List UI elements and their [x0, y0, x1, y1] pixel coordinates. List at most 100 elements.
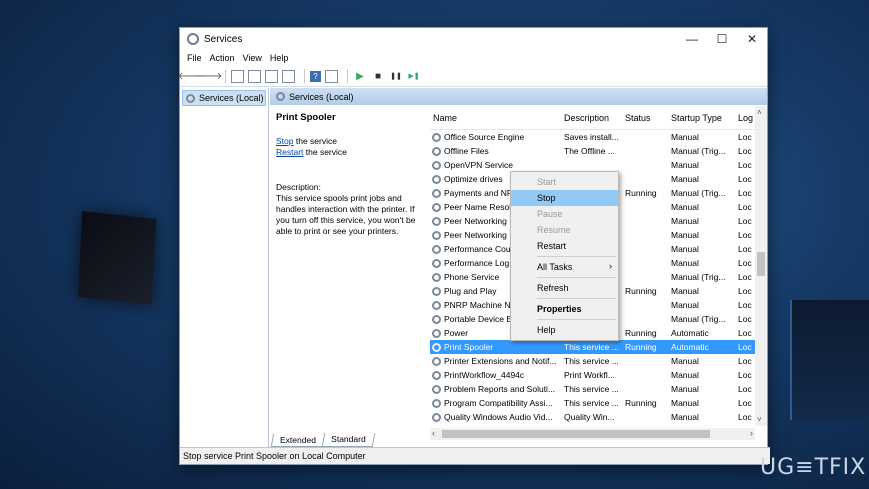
service-gear-icon [432, 370, 441, 380]
table-row[interactable]: Program Compatibility Assi... This servic… [430, 396, 767, 410]
services-window: Services — ☐ ✕ File Action View Help 🡐 🡒… [178, 27, 770, 465]
menu-item-label: All Tasks [537, 262, 573, 272]
column-name[interactable]: Name [430, 113, 561, 123]
properties-icon[interactable] [325, 69, 338, 83]
status-bar: Stop service Print Spooler on Local Comp… [180, 447, 770, 464]
tab-extended[interactable]: Extended [270, 433, 326, 447]
service-description: The Offline ... [564, 146, 615, 156]
tree-node-services-local[interactable]: Services (Local) [182, 90, 266, 106]
title-bar[interactable]: Services — ☐ ✕ [180, 28, 767, 50]
stop-service-link[interactable]: Stop [276, 136, 294, 146]
horizontal-scrollbar[interactable]: ‹ › [430, 428, 755, 440]
service-gear-icon [432, 342, 441, 352]
close-button[interactable]: ✕ [737, 32, 767, 46]
service-name-text: Power [444, 328, 469, 338]
tab-standard[interactable]: Standard [321, 433, 375, 447]
sort-ascending-icon: ^ [492, 106, 496, 110]
service-gear-icon [432, 286, 441, 296]
properties-sheet-icon[interactable] [248, 69, 261, 83]
service-name: Print Spooler [430, 342, 561, 352]
console-tree-icon[interactable] [231, 69, 244, 83]
service-log-on-as: Loc [738, 300, 752, 310]
service-startup-type: Automatic [671, 328, 709, 338]
restart-service-icon[interactable]: ▶❚ [407, 69, 421, 83]
service-name-text: Printer Extensions and Notif... [444, 356, 557, 366]
column-description[interactable]: Description [561, 113, 622, 123]
service-name-text: Performance Cou [444, 244, 511, 254]
help-icon[interactable]: ? [310, 70, 321, 82]
service-startup-type: Manual [671, 370, 699, 380]
stop-suffix: the service [293, 136, 337, 146]
menu-view[interactable]: View [243, 53, 262, 63]
table-row[interactable]: Print Spooler This service ... Running Auto… [430, 340, 767, 354]
export-list-icon[interactable] [282, 69, 295, 83]
service-name-text: Peer Networking [444, 230, 507, 240]
menu-item-stop[interactable]: Stop [511, 190, 618, 206]
service-name: Quality Windows Audio Vid... [430, 412, 561, 422]
service-startup-type: Manual [671, 216, 699, 226]
vertical-scrollbar[interactable]: ˄ ˅ [755, 106, 767, 426]
service-startup-type: Manual [671, 356, 699, 366]
table-row[interactable]: Office Source Engine Saves install... Manu… [430, 130, 767, 144]
menu-item-all-tasks[interactable]: All Tasks › [511, 259, 618, 275]
maximize-button[interactable]: ☐ [707, 32, 737, 46]
table-row[interactable]: Quality Windows Audio Vid... Quality Win.… [430, 410, 767, 424]
service-log-on-as: Loc [738, 146, 752, 156]
start-service-icon[interactable]: ▶ [353, 69, 367, 83]
scroll-thumb[interactable] [757, 252, 765, 276]
service-status: Running [625, 188, 657, 198]
column-startup-type[interactable]: Startup Type [668, 113, 735, 123]
scroll-left-icon[interactable]: ‹ [432, 428, 435, 438]
service-startup-type: Manual (Trig... [671, 188, 726, 198]
scroll-right-icon[interactable]: › [750, 428, 753, 438]
menu-file[interactable]: File [187, 53, 202, 63]
background-monitor [790, 300, 869, 420]
column-status[interactable]: Status [622, 113, 668, 123]
service-log-on-as: Loc [738, 188, 752, 198]
menu-item-refresh[interactable]: Refresh [511, 280, 618, 296]
pause-service-icon[interactable]: ❚❚ [389, 69, 403, 83]
chevron-right-icon: › [609, 261, 612, 271]
menu-item-restart[interactable]: Restart [511, 238, 618, 254]
service-startup-type: Manual [671, 244, 699, 254]
minimize-button[interactable]: — [677, 32, 707, 46]
pane-header: Services (Local) [270, 88, 767, 105]
gear-icon [276, 92, 285, 101]
service-startup-type: Manual [671, 412, 699, 422]
scroll-thumb[interactable] [442, 430, 710, 438]
service-gear-icon [432, 272, 441, 282]
table-row[interactable]: Printer Extensions and Notif... This serv… [430, 354, 767, 368]
stop-service-icon[interactable]: ■ [371, 69, 385, 83]
service-name-text: Performance Log [444, 258, 510, 268]
table-row[interactable]: Problem Reports and Soluti... This servic… [430, 382, 767, 396]
toolbar-separator [347, 69, 348, 83]
menu-item-help[interactable]: Help [511, 322, 618, 338]
refresh-icon[interactable] [265, 69, 278, 83]
service-log-on-as: Loc [738, 230, 752, 240]
column-log-on-as[interactable]: Log [735, 113, 755, 123]
service-description: Print Workfl... [564, 370, 615, 380]
scroll-down-icon[interactable]: ˅ [757, 415, 762, 424]
toolbar-separator [304, 69, 305, 83]
menu-item-start[interactable]: Start [511, 174, 618, 190]
table-row[interactable]: PrintWorkflow_4494c Print Workfl... Manual… [430, 368, 767, 382]
scroll-up-icon[interactable]: ˄ [757, 108, 762, 117]
service-gear-icon [432, 384, 441, 394]
service-gear-icon [432, 356, 441, 366]
menu-item-pause[interactable]: Pause [511, 206, 618, 222]
service-description: This service ... [564, 342, 619, 352]
service-name: Problem Reports and Soluti... [430, 384, 561, 394]
menu-item-resume[interactable]: Resume [511, 222, 618, 238]
menu-item-properties[interactable]: Properties [511, 301, 618, 317]
service-startup-type: Manual (Trig... [671, 146, 726, 156]
service-name-text: Office Source Engine [444, 132, 525, 142]
menu-help[interactable]: Help [270, 53, 289, 63]
service-gear-icon [432, 216, 441, 226]
table-row[interactable]: OpenVPN Service Manual Loc [430, 158, 767, 172]
table-row[interactable]: Offline Files The Offline ... Manual (Trig… [430, 144, 767, 158]
menu-action[interactable]: Action [210, 53, 235, 63]
service-description: Saves install... [564, 132, 619, 142]
service-log-on-as: Loc [738, 328, 752, 338]
restart-service-link[interactable]: Restart [276, 147, 303, 157]
forward-arrow-icon[interactable]: 🡒 [196, 69, 223, 83]
